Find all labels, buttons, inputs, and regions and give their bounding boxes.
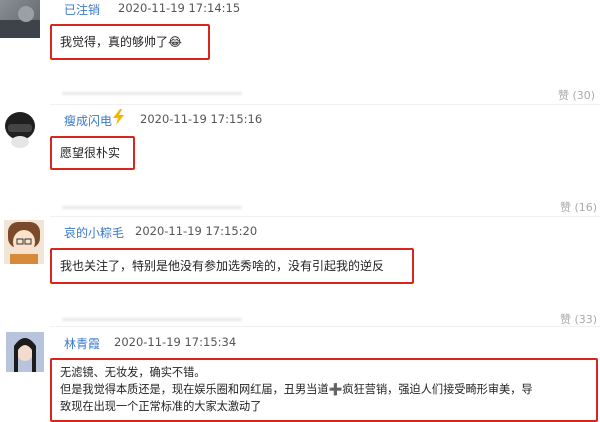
avatar[interactable] bbox=[0, 0, 40, 38]
comment-text-line: 致现在出现一个正常标准的大家太激动了 bbox=[60, 400, 262, 413]
blurred-line bbox=[62, 318, 242, 321]
avatar[interactable] bbox=[6, 332, 44, 372]
lightning-icon bbox=[112, 109, 126, 129]
like-count: 赞 (16) bbox=[560, 201, 598, 214]
like-button[interactable]: 赞 (30) bbox=[558, 87, 595, 103]
comment-username[interactable]: 林青霞 bbox=[64, 335, 100, 352]
comment-time: 2020-11-19 17:15:34 bbox=[114, 335, 237, 349]
woman-portrait-avatar-icon bbox=[6, 332, 44, 372]
divider bbox=[50, 104, 600, 105]
like-button[interactable]: 赞 (33) bbox=[560, 311, 597, 327]
laughing-emoji-icon: 😂 bbox=[168, 35, 183, 49]
comment-time: 2020-11-19 17:15:20 bbox=[135, 224, 258, 238]
divider bbox=[50, 326, 600, 327]
avatar-image bbox=[0, 6, 40, 38]
comment-text: 无滤镜、无妆发，确实不错。 但是我觉得本质还是，现在娱乐圈和网红届，丑男当道➕疯… bbox=[60, 364, 596, 415]
blurred-line bbox=[62, 206, 242, 209]
comment-username[interactable]: 瘦成闪电 bbox=[64, 112, 112, 129]
comment-username[interactable]: 哀的小粽毛 bbox=[64, 224, 124, 241]
avatar[interactable] bbox=[0, 104, 40, 148]
cartoon-girl-avatar-icon bbox=[8, 222, 40, 264]
comment-time: 2020-11-19 17:14:15 bbox=[118, 1, 241, 15]
comment-username[interactable]: 已注销 bbox=[64, 1, 100, 18]
comment-text: 愿望很朴实 bbox=[60, 146, 121, 160]
divider bbox=[50, 216, 600, 217]
like-button[interactable]: 赞 (16) bbox=[560, 199, 597, 215]
like-count: 赞 (33) bbox=[560, 313, 598, 326]
comment-text: 我也关注了，特别是他没有参加选秀啥的，没有引起我的逆反 bbox=[60, 259, 385, 273]
helmet-avatar-icon bbox=[5, 112, 35, 148]
comment-text-body: 我觉得，真的够帅了 bbox=[60, 35, 169, 49]
like-count: 赞 (30) bbox=[558, 89, 596, 102]
avatar[interactable] bbox=[4, 220, 44, 264]
comment-time: 2020-11-19 17:15:16 bbox=[140, 112, 263, 126]
blurred-line bbox=[62, 92, 242, 95]
comment-text-line: 无滤镜、无妆发，确实不错。 bbox=[60, 366, 206, 379]
comment-text-line: 但是我觉得本质还是，现在娱乐圈和网红届，丑男当道➕疯狂营销，强迫人们接受畸形审美… bbox=[60, 383, 533, 396]
comment-text: 我觉得，真的够帅了😂 bbox=[60, 33, 182, 51]
